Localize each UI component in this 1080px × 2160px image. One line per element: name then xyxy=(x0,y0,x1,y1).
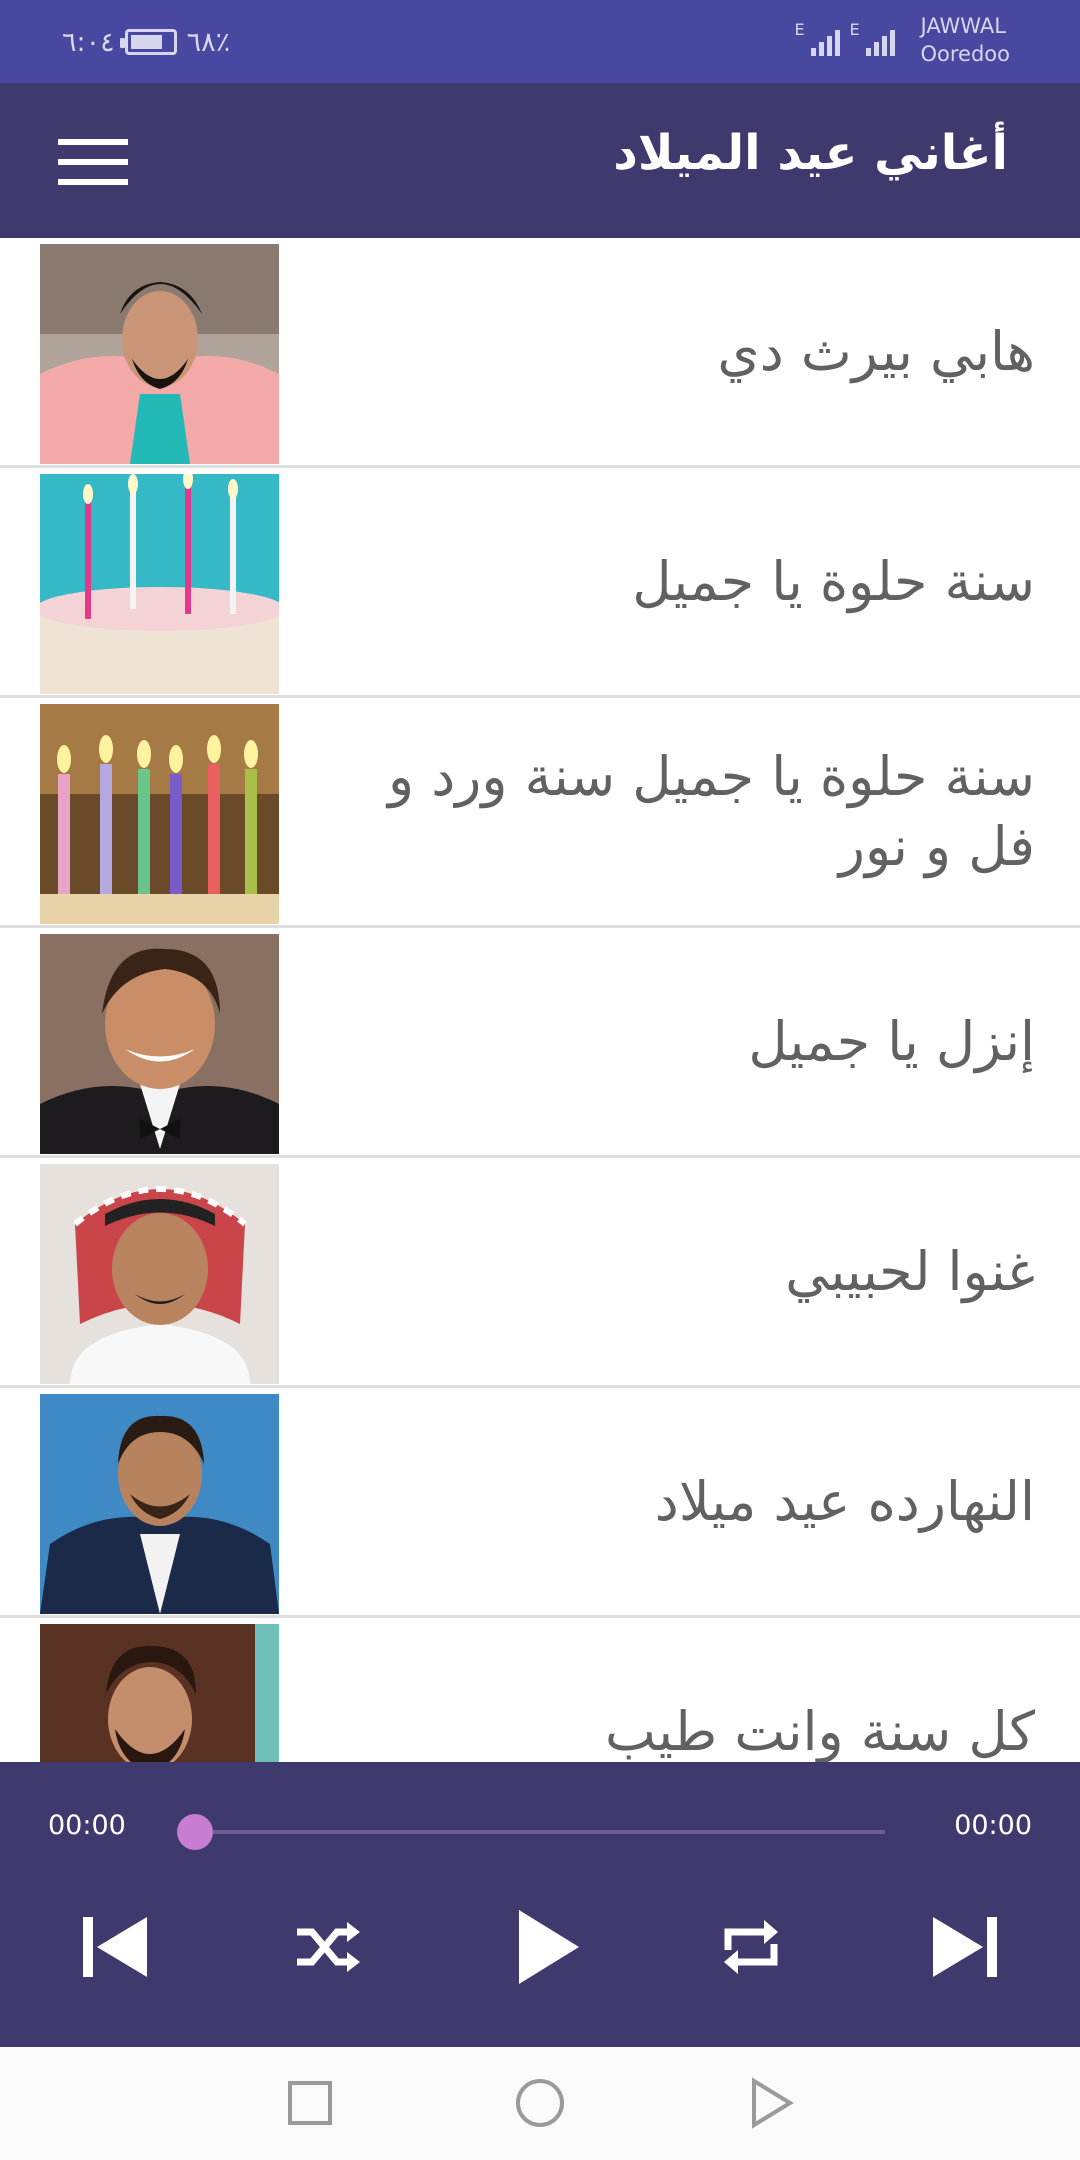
song-thumbnail xyxy=(40,244,279,464)
previous-icon[interactable] xyxy=(60,1892,170,2002)
recents-square-icon[interactable] xyxy=(280,2073,340,2133)
song-thumbnail xyxy=(40,1624,279,1762)
list-item[interactable]: سنة حلوة يا جميل سنة ورد و فل و نور xyxy=(0,698,1080,928)
seek-thumb[interactable] xyxy=(177,1814,213,1850)
list-item[interactable]: كل سنة وانت طيب xyxy=(0,1618,1080,1762)
list-item[interactable]: هابي بيرث دي xyxy=(0,238,1080,468)
song-title: سنة حلوة يا جميل xyxy=(632,549,1035,613)
song-title: غنوا لحبيبي xyxy=(785,1239,1035,1303)
song-thumbnail xyxy=(40,1394,279,1614)
status-bar: ٦:٠٤ ٦٨٪ E E JAWWAL Ooredoo xyxy=(0,0,1080,83)
duration-time: 00:00 xyxy=(954,1810,1032,1841)
song-thumbnail xyxy=(40,704,279,924)
play-icon[interactable] xyxy=(492,1892,602,2002)
home-circle-icon[interactable] xyxy=(510,2073,570,2133)
list-item[interactable]: غنوا لحبيبي xyxy=(0,1158,1080,1388)
seek-bar[interactable] xyxy=(177,1814,885,1850)
back-triangle-icon[interactable] xyxy=(740,2073,800,2133)
song-title: إنزل يا جميل xyxy=(748,1009,1035,1073)
elapsed-time: 00:00 xyxy=(48,1810,126,1841)
signal-icon: E xyxy=(795,20,840,56)
app-bar: أغاني عيد الميلاد xyxy=(0,83,1080,238)
song-thumbnail xyxy=(40,474,279,694)
next-icon[interactable] xyxy=(910,1892,1020,2002)
song-title: كل سنة وانت طيب xyxy=(604,1699,1035,1763)
repeat-icon[interactable] xyxy=(696,1892,806,2002)
battery-percent: ٦٨٪ xyxy=(186,26,231,58)
song-list[interactable]: هابي بيرث دي سنة حلوة يا جميل سنة حلوة ي… xyxy=(0,238,1080,1762)
shuffle-icon[interactable] xyxy=(272,1892,382,2002)
battery-icon xyxy=(119,29,177,55)
song-title: سنة حلوة يا جميل سنة ورد و فل و نور xyxy=(388,744,1035,878)
status-right: E E JAWWAL Ooredoo xyxy=(795,12,1011,68)
carrier-names: JAWWAL Ooredoo xyxy=(921,12,1011,68)
carrier-1: JAWWAL xyxy=(920,14,1007,38)
song-thumbnail xyxy=(40,1164,279,1384)
media-player: 00:00 00:00 xyxy=(0,1762,1080,2047)
system-nav-bar xyxy=(0,2047,1080,2160)
clock: ٦:٠٤ xyxy=(62,26,115,58)
song-title: النهارده عيد ميلاد xyxy=(654,1469,1035,1533)
list-item[interactable]: إنزل يا جميل xyxy=(0,928,1080,1158)
signal-icon: E xyxy=(850,20,895,56)
song-title: هابي بيرث دي xyxy=(717,319,1035,383)
list-item[interactable]: سنة حلوة يا جميل xyxy=(0,468,1080,698)
list-item[interactable]: النهارده عيد ميلاد xyxy=(0,1388,1080,1618)
page-title: أغاني عيد الميلاد xyxy=(613,125,1008,181)
status-left: ٦:٠٤ ٦٨٪ xyxy=(62,24,230,60)
hamburger-menu-icon[interactable] xyxy=(58,139,128,185)
song-thumbnail xyxy=(40,934,279,1154)
carrier-2: Ooredoo xyxy=(920,42,1011,66)
